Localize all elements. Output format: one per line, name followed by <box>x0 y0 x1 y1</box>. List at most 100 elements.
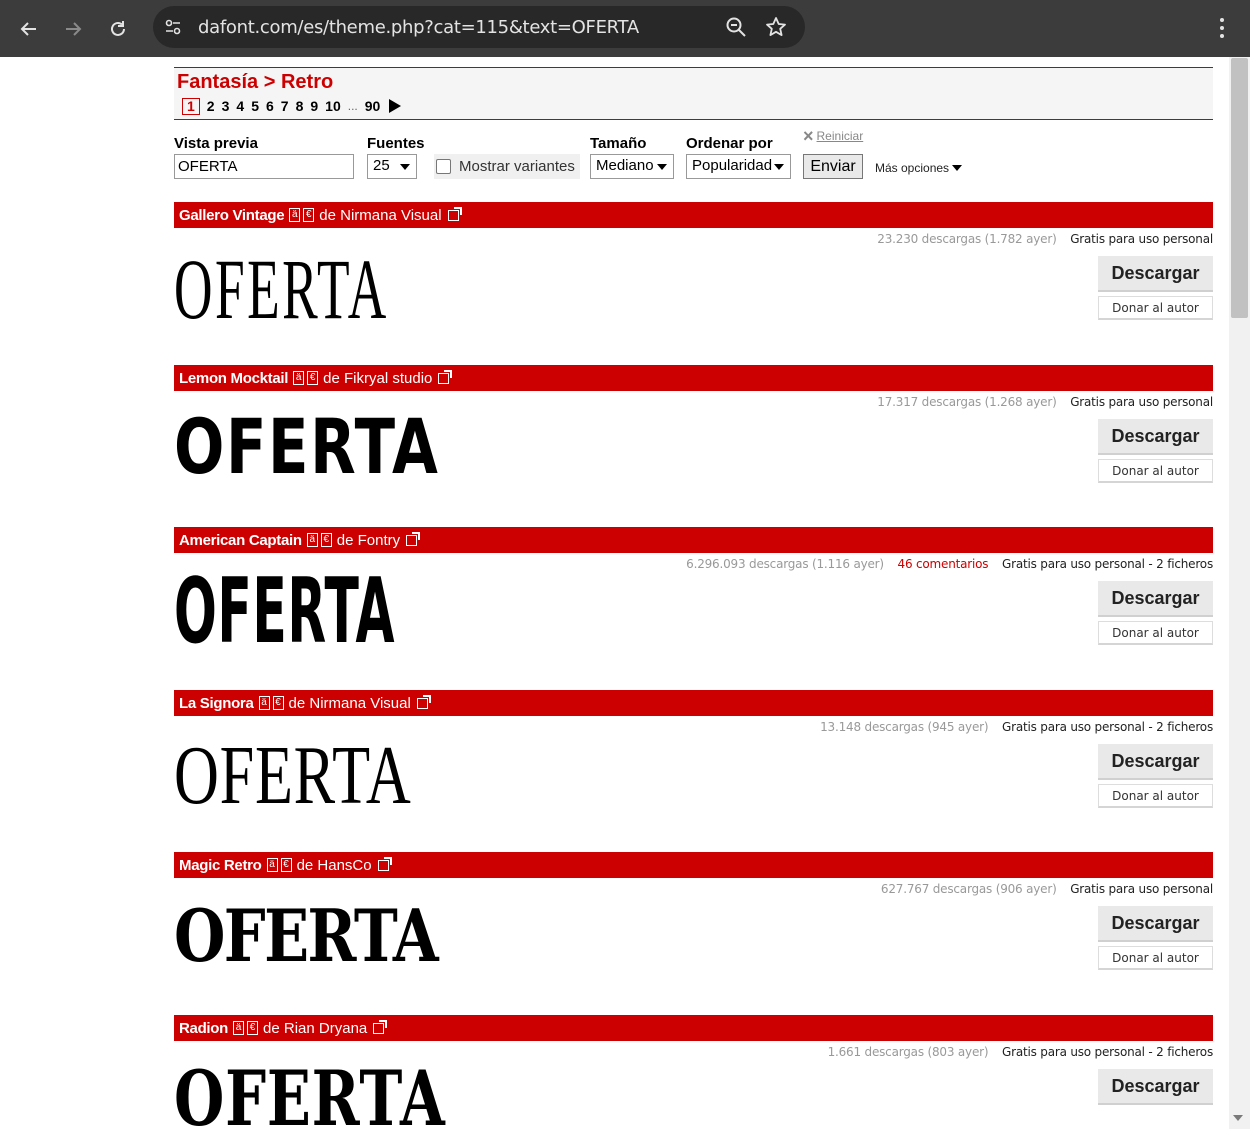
reset-link[interactable]: × Reiniciar <box>803 127 863 145</box>
size-select[interactable]: Mediano <box>590 154 674 179</box>
page-link[interactable]: 9 <box>310 98 318 114</box>
external-link-icon[interactable] <box>447 206 462 221</box>
license-text: Gratis para uso personal - 2 ficheros <box>1001 1045 1213 1059</box>
show-variants-toggle[interactable]: Mostrar variantes <box>434 154 580 179</box>
size-label: Tamaño <box>590 135 647 152</box>
comments-link[interactable]: 46 comentarios <box>898 557 989 571</box>
font-title-bar: Lemon Mocktail ä € de Fikryal studio <box>174 365 1213 391</box>
font-entry: Gallero Vintage ä € de Nirmana Visual 23… <box>174 202 1213 364</box>
category-header: Fantasía > Retro 1 2 3 4 5 6 7 8 9 10 ..… <box>174 67 1213 120</box>
font-meta: 627.767 descargas (906 ayer) Gratis para… <box>881 882 1213 896</box>
download-button[interactable]: Descargar <box>1098 1069 1213 1105</box>
breadcrumb-category-link[interactable]: Fantasía <box>177 71 258 93</box>
page-link[interactable]: 3 <box>222 98 230 114</box>
font-title-bar: Gallero Vintage ä € de Nirmana Visual <box>174 202 1213 228</box>
font-preview[interactable]: OFERTA <box>174 734 411 818</box>
external-link-icon[interactable] <box>373 1019 388 1034</box>
breadcrumb-subcategory-link[interactable]: Retro <box>281 71 333 93</box>
download-count: 13.148 descargas (945 ayer) <box>820 720 989 734</box>
breadcrumb-separator: > <box>263 71 276 93</box>
font-preview[interactable]: OFERTA <box>174 900 439 972</box>
next-page-arrow-icon[interactable] <box>389 99 402 113</box>
page-current: 1 <box>182 97 200 115</box>
font-name-link[interactable]: Radion <box>179 1020 228 1037</box>
external-link-icon[interactable] <box>416 694 431 709</box>
site-settings-icon[interactable] <box>163 17 183 37</box>
accents-icon: ä <box>293 371 305 385</box>
forward-button[interactable] <box>58 14 88 44</box>
fonts-count-value: 25 <box>373 157 390 174</box>
address-bar[interactable]: dafont.com/es/theme.php?cat=115&text=OFE… <box>153 6 805 48</box>
page-link-last[interactable]: 90 <box>365 98 381 114</box>
donate-button[interactable]: Donar al autor <box>1098 946 1213 970</box>
page-link[interactable]: 6 <box>266 98 274 114</box>
font-entry: Radion ä € de Rian Dryana 1.661 descarga… <box>174 1015 1213 1129</box>
font-preview[interactable]: OFERTA <box>174 567 395 657</box>
more-options-link[interactable]: Más opciones <box>875 161 963 175</box>
accents-icon: ä <box>266 858 278 872</box>
font-name-link[interactable]: Magic Retro <box>179 857 262 874</box>
font-author-link[interactable]: de Nirmana Visual <box>319 207 441 224</box>
page-link[interactable]: 2 <box>207 98 215 114</box>
font-name-link[interactable]: American Captain <box>179 532 302 549</box>
reload-button[interactable] <box>103 14 133 44</box>
donate-button[interactable]: Donar al autor <box>1098 296 1213 320</box>
download-count: 1.661 descargas (803 ayer) <box>827 1045 989 1059</box>
font-title-bar: Radion ä € de Rian Dryana <box>174 1015 1213 1041</box>
font-name-link[interactable]: La Signora <box>179 695 254 712</box>
font-meta: 17.317 descargas (1.268 ayer) Gratis par… <box>877 395 1213 409</box>
download-button[interactable]: Descargar <box>1098 906 1213 942</box>
show-variants-checkbox[interactable] <box>436 159 451 174</box>
page-link[interactable]: 7 <box>281 98 289 114</box>
external-link-icon[interactable] <box>438 369 453 384</box>
font-author-link[interactable]: de Nirmana Visual <box>289 695 411 712</box>
download-button[interactable]: Descargar <box>1098 744 1213 780</box>
donate-button[interactable]: Donar al autor <box>1098 784 1213 808</box>
page-link[interactable]: 5 <box>251 98 259 114</box>
donate-button[interactable]: Donar al autor <box>1098 459 1213 483</box>
submit-button[interactable]: Enviar <box>803 154 863 179</box>
font-author-link[interactable]: de Fikryal studio <box>323 370 432 387</box>
font-preview[interactable]: OFERTA <box>174 1061 446 1129</box>
license-text: Gratis para uso personal <box>1070 882 1213 896</box>
euro-icon: € <box>247 1021 259 1035</box>
page-ellipsis: ... <box>347 99 358 113</box>
download-button[interactable]: Descargar <box>1098 419 1213 455</box>
font-author-link[interactable]: de Rian Dryana <box>263 1020 367 1037</box>
page-link[interactable]: 4 <box>236 98 244 114</box>
order-select[interactable]: Popularidad <box>686 154 791 179</box>
download-button[interactable]: Descargar <box>1098 581 1213 617</box>
order-label: Ordenar por <box>686 135 773 152</box>
bookmark-star-icon[interactable] <box>765 16 787 38</box>
zoom-icon[interactable] <box>725 16 747 38</box>
url-text[interactable]: dafont.com/es/theme.php?cat=115&text=OFE… <box>198 17 639 38</box>
download-button[interactable]: Descargar <box>1098 256 1213 292</box>
font-title-bar: American Captain ä € de Fontry <box>174 527 1213 553</box>
font-name-link[interactable]: Gallero Vintage <box>179 207 285 224</box>
browser-menu-icon[interactable] <box>1212 14 1232 42</box>
back-button[interactable] <box>14 14 44 44</box>
accents-icon: ä <box>258 696 270 710</box>
chevron-down-icon <box>657 164 667 170</box>
font-preview[interactable]: OFERTA <box>174 409 439 485</box>
font-name-link[interactable]: Lemon Mocktail <box>179 370 288 387</box>
reload-icon <box>111 21 125 36</box>
font-title-bar: La Signora ä € de Nirmana Visual <box>174 690 1213 716</box>
external-link-icon[interactable] <box>406 531 421 546</box>
page-link[interactable]: 8 <box>296 98 304 114</box>
page-link[interactable]: 10 <box>325 98 341 114</box>
font-author-link[interactable]: de Fontry <box>337 532 400 549</box>
external-link-icon[interactable] <box>377 856 392 871</box>
font-author-link[interactable]: de HansCo <box>297 857 372 874</box>
scroll-down-arrow-icon[interactable] <box>1233 1115 1243 1121</box>
font-entry: Magic Retro ä € de HansCo 627.767 descar… <box>174 852 1213 1014</box>
donate-button[interactable]: Donar al autor <box>1098 621 1213 645</box>
font-preview[interactable]: OFERTA <box>174 246 389 332</box>
preview-text-input[interactable] <box>174 154 354 179</box>
preview-label: Vista previa <box>174 135 258 152</box>
fonts-count-select[interactable]: 25 <box>367 154 417 179</box>
font-meta: 1.661 descargas (803 ayer) Gratis para u… <box>827 1045 1214 1059</box>
chevron-down-icon <box>774 164 784 170</box>
scrollbar-thumb[interactable] <box>1231 58 1248 318</box>
arrow-left-icon <box>20 22 36 36</box>
